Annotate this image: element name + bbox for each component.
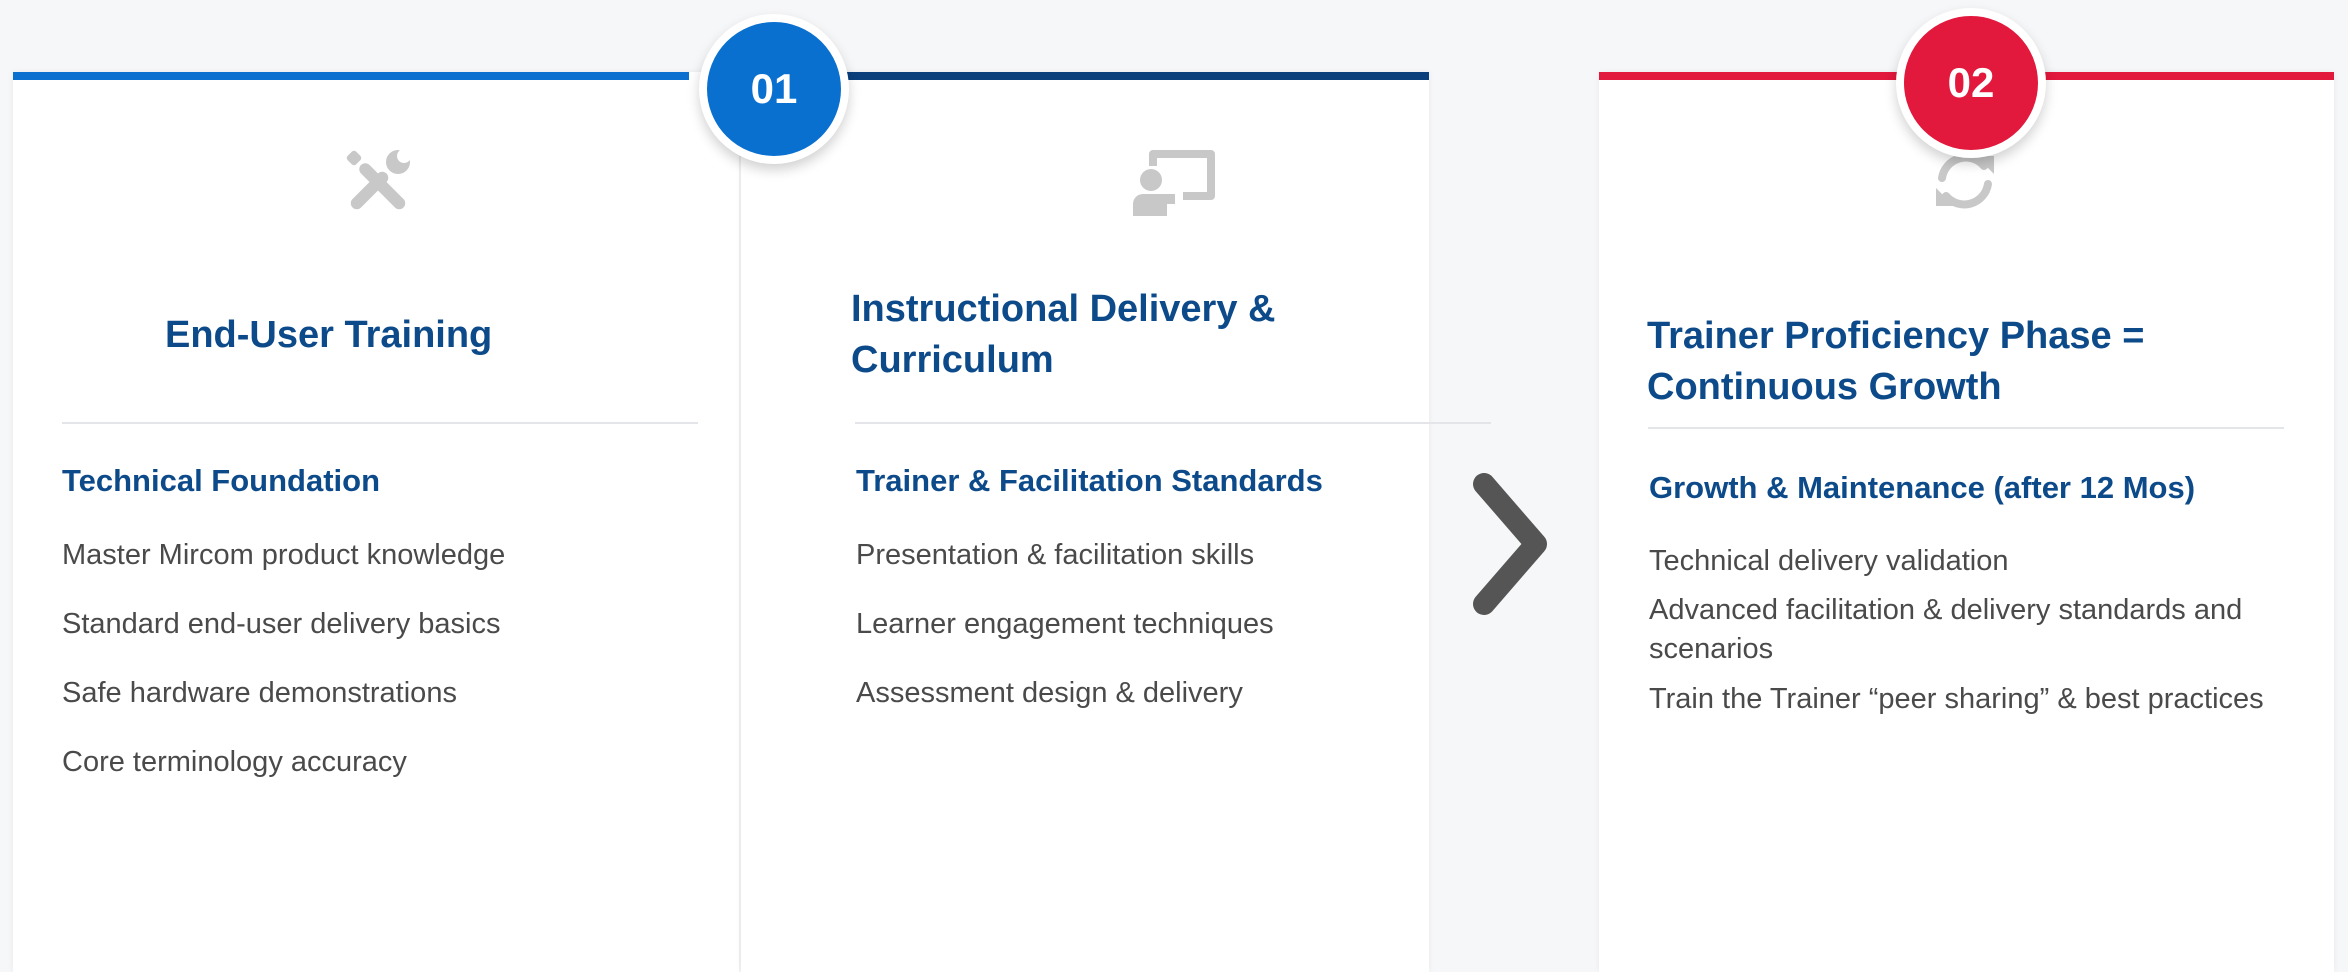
list-item: Presentation & facilitation skills [856,539,1255,571]
refresh-icon [1936,153,1994,209]
list-item: Learner engagement techniques [856,608,1274,640]
card-title: Instructional Delivery & Curriculum [851,288,1276,381]
list-item: Master Mircom product knowledge [62,539,506,571]
phase-badge-02: 02 [1896,8,2046,158]
card-subheading: Growth & Maintenance (after 12 Mos) [1649,470,2196,505]
card-top-bar [840,72,1429,80]
divider [855,422,1491,424]
list-item: Advanced facilitation & delivery standar… [1649,594,2243,665]
card-subheading: Technical Foundation [62,463,381,498]
list-item: Train the Trainer “peer sharing” & best … [1649,683,2264,715]
card-title: End-User Training [165,314,493,356]
presentation-icon [1133,150,1215,216]
list-item: Technical delivery validation [1649,545,2009,577]
card-top-bar [1599,72,1899,80]
card-top-bar [13,72,689,80]
card-top-bar [2040,72,2334,80]
list-item: Assessment design & delivery [856,677,1243,709]
chevron-right-icon [1473,473,1547,615]
phase-card-instructional-delivery [741,72,1429,972]
divider [62,422,698,424]
tools-icon [346,149,411,210]
phase-badge-01: 01 [699,14,849,164]
divider [1648,427,2284,429]
list-item: Safe hardware demonstrations [62,677,457,709]
badge-number: 02 [1947,59,1995,106]
card-subheading: Trainer & Facilitation Standards [856,463,1323,498]
list-item: Core terminology accuracy [62,746,407,778]
badge-number: 01 [750,65,798,112]
list-item: Standard end-user delivery basics [62,608,501,640]
card-title: Trainer Proficiency Phase = Continuous G… [1647,315,2145,408]
